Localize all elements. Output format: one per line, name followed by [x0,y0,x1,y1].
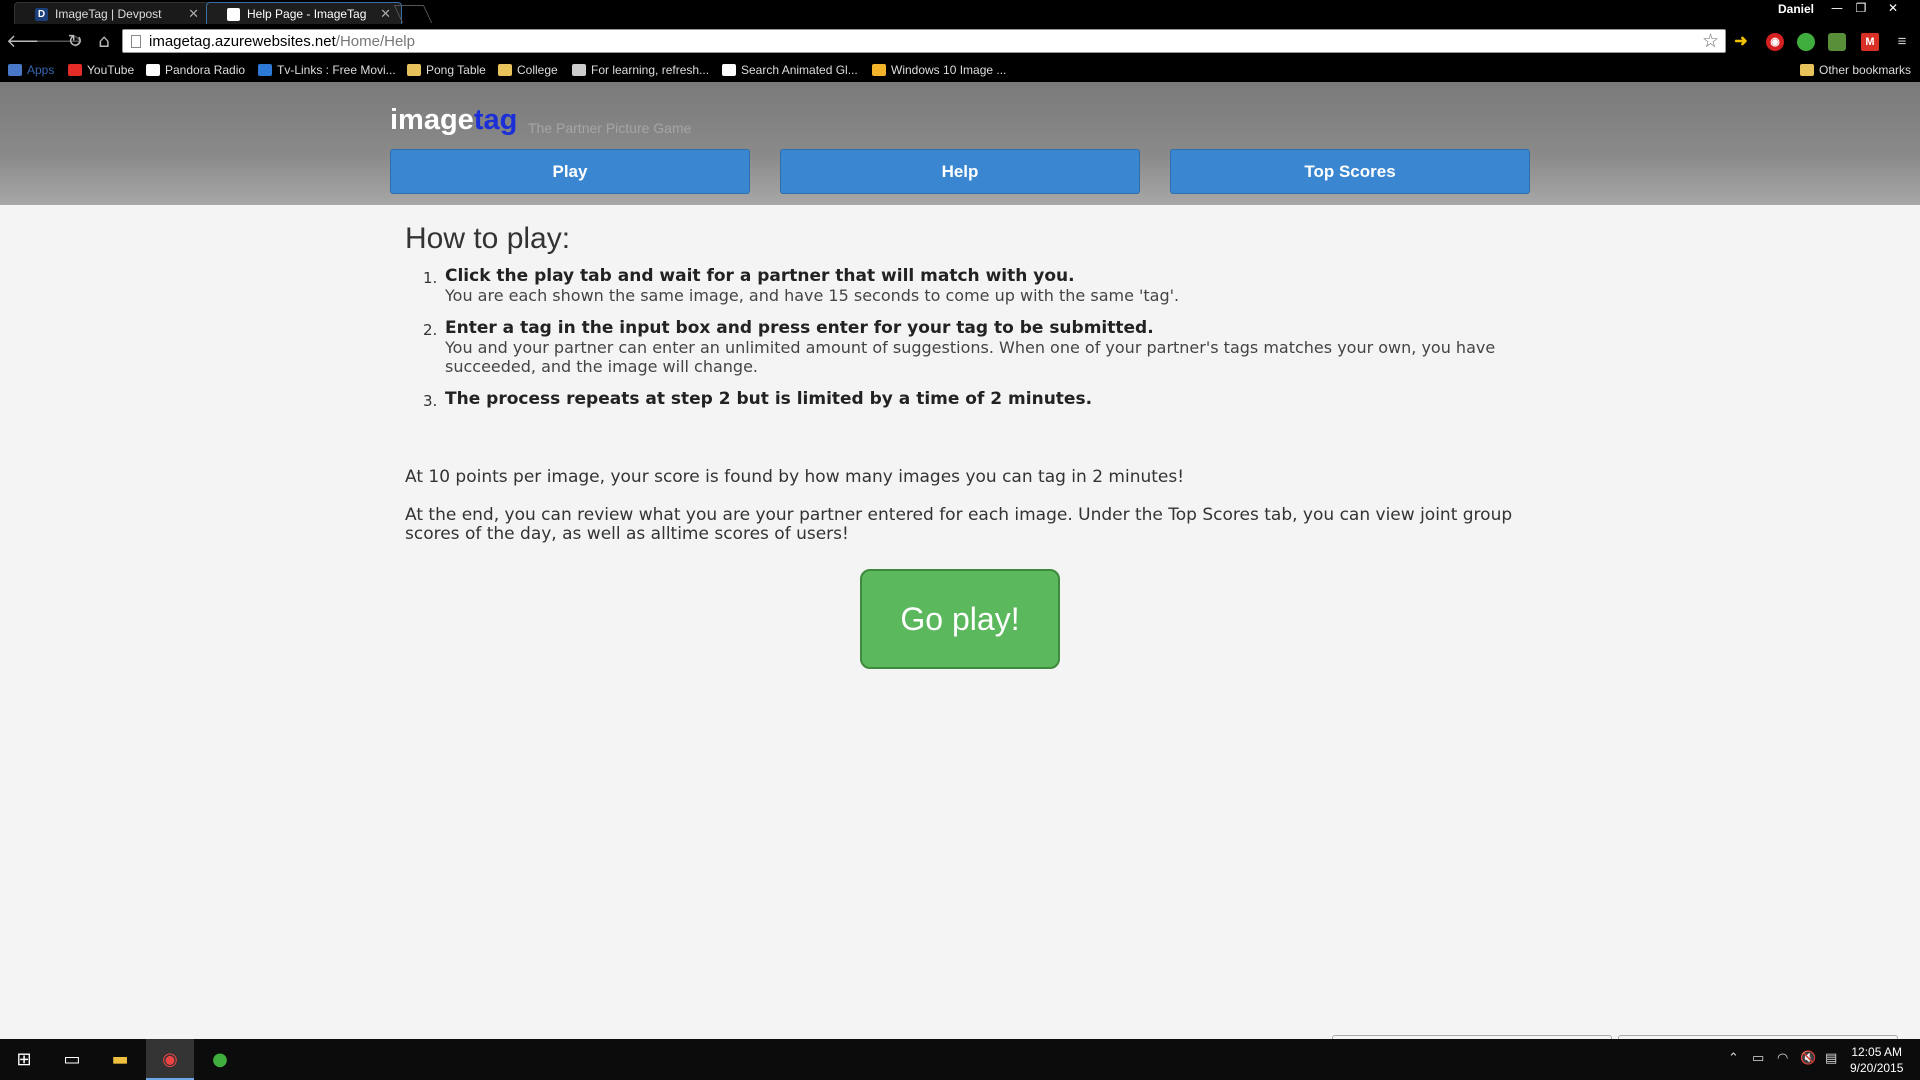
bookmark-animated-gifs[interactable]: Search Animated Gl... [722,63,858,77]
steps-list: 1. Click the play tab and wait for a par… [405,267,1515,423]
youtube-icon [68,64,82,76]
close-window-icon[interactable]: ✕ [1882,0,1904,18]
list-item: 2. Enter a tag in the input box and pres… [405,318,1515,377]
address-bar[interactable]: imagetag.azurewebsites.net/Home/Help ☆ [122,29,1726,53]
extension-icon[interactable] [1828,33,1846,51]
browser-tab-bar: D ImageTag | Devpost ✕ Help Page - Image… [0,0,1920,24]
step-detail: You are each shown the same image, and h… [445,286,1180,305]
home-icon[interactable]: ⌂ [93,31,115,53]
review-text: At the end, you can review what you are … [405,505,1513,544]
site-header: imagetag The Partner Picture Game Play H… [0,82,1920,205]
profile-name[interactable]: Daniel [1778,2,1814,16]
bookmarks-bar: Apps YouTube Pandora Radio Tv-Links : Fr… [0,60,1920,82]
apps-grid-icon [8,64,22,76]
forward-icon[interactable]: 🡒 [35,31,83,53]
bookmark-star-icon[interactable]: ☆ [1702,30,1719,52]
tab-help-page[interactable]: Help Page - ImageTag ✕ [206,2,402,24]
page-title: How to play: [405,222,571,255]
scoring-text: At 10 points per image, your score is fo… [405,467,1185,487]
battery-icon[interactable]: ▭ [1752,1051,1764,1066]
pandora-icon [146,64,160,76]
list-item: 1. Click the play tab and wait for a par… [405,266,1515,306]
site-logo[interactable]: imagetag [390,104,517,137]
browser-toolbar: 🡐 🡒 ↻ ⌂ imagetag.azurewebsites.net/Home/… [0,24,1920,60]
reload-icon[interactable]: ↻ [64,31,86,53]
bookmark-youtube[interactable]: YouTube [68,63,134,77]
back-icon[interactable]: 🡐 [6,31,54,53]
wifi-icon[interactable]: ◠ [1777,1051,1788,1066]
nav-top-scores-button[interactable]: Top Scores [1170,149,1530,194]
bookmark-apps[interactable]: Apps [8,63,54,77]
folder-icon [407,64,421,76]
tvlinks-icon [258,64,272,76]
tab-devpost[interactable]: D ImageTag | Devpost ✕ [14,2,210,24]
evernote-icon[interactable] [1797,33,1815,51]
page-favicon-icon [227,8,240,21]
folder-icon [1800,64,1814,76]
bookmark-pandora[interactable]: Pandora Radio [146,63,245,77]
step-heading: Enter a tag in the input box and press e… [445,318,1154,338]
bookmark-college[interactable]: College [498,63,558,77]
url-text: imagetag.azurewebsites.net/Home/Help [149,33,415,50]
file-explorer-icon[interactable]: ▬ [96,1039,144,1080]
close-tab-icon[interactable]: ✕ [380,6,391,22]
other-bookmarks[interactable]: Other bookmarks [1800,63,1911,77]
go-play-button[interactable]: Go play! [860,569,1060,669]
windows-taskbar: ⊞ ▭ ▬ ◉ ● ⌃ ▭ ◠ 🔇 ▤ 12:05 AM 9/20/2015 [0,1039,1920,1080]
site-tagline: The Partner Picture Game [528,120,692,136]
tab-label: Help Page - ImageTag [247,7,367,21]
nav-help-button[interactable]: Help [780,149,1140,194]
page-icon [131,35,141,48]
step-heading: The process repeats at step 2 but is lim… [445,389,1093,409]
task-view-icon[interactable]: ▭ [48,1039,96,1080]
extension-arrow-icon[interactable]: ➜ [1732,33,1750,51]
action-center-icon[interactable]: ▤ [1825,1051,1837,1066]
windows-icon [872,64,886,76]
close-tab-icon[interactable]: ✕ [188,6,199,22]
step-detail: You and your partner can enter an unlimi… [445,338,1496,376]
tray-chevron-icon[interactable]: ⌃ [1728,1051,1739,1066]
bookmark-pong-table[interactable]: Pong Table [407,63,486,77]
tab-label: ImageTag | Devpost [55,7,162,21]
site-icon [572,64,586,76]
bookmark-windows10[interactable]: Windows 10 Image ... [872,63,1006,77]
minimize-icon[interactable]: — [1826,0,1848,18]
volume-muted-icon[interactable]: 🔇 [1800,1051,1816,1066]
folder-icon [498,64,512,76]
page-icon [722,64,736,76]
adblock-icon[interactable]: ◉ [1766,33,1784,51]
help-content: How to play: 1. Click the play tab and w… [405,222,1515,544]
taskbar-clock[interactable]: 12:05 AM 9/20/2015 [1850,1044,1903,1076]
nav-play-button[interactable]: Play [390,149,750,194]
devpost-favicon-icon: D [35,8,48,21]
list-item: 3. The process repeats at step 2 but is … [405,389,1515,411]
hangouts-icon[interactable]: ● [196,1039,244,1080]
step-heading: Click the play tab and wait for a partne… [445,266,1075,286]
bookmark-tvlinks[interactable]: Tv-Links : Free Movi... [258,63,396,77]
restore-icon[interactable]: ❐ [1850,0,1872,18]
start-windows-icon[interactable]: ⊞ [0,1039,48,1080]
chrome-taskbar-icon[interactable]: ◉ [146,1039,194,1080]
gmail-icon[interactable]: M [1861,33,1879,51]
menu-icon[interactable]: ≡ [1893,33,1911,51]
bookmark-learning[interactable]: For learning, refresh... [572,63,709,77]
